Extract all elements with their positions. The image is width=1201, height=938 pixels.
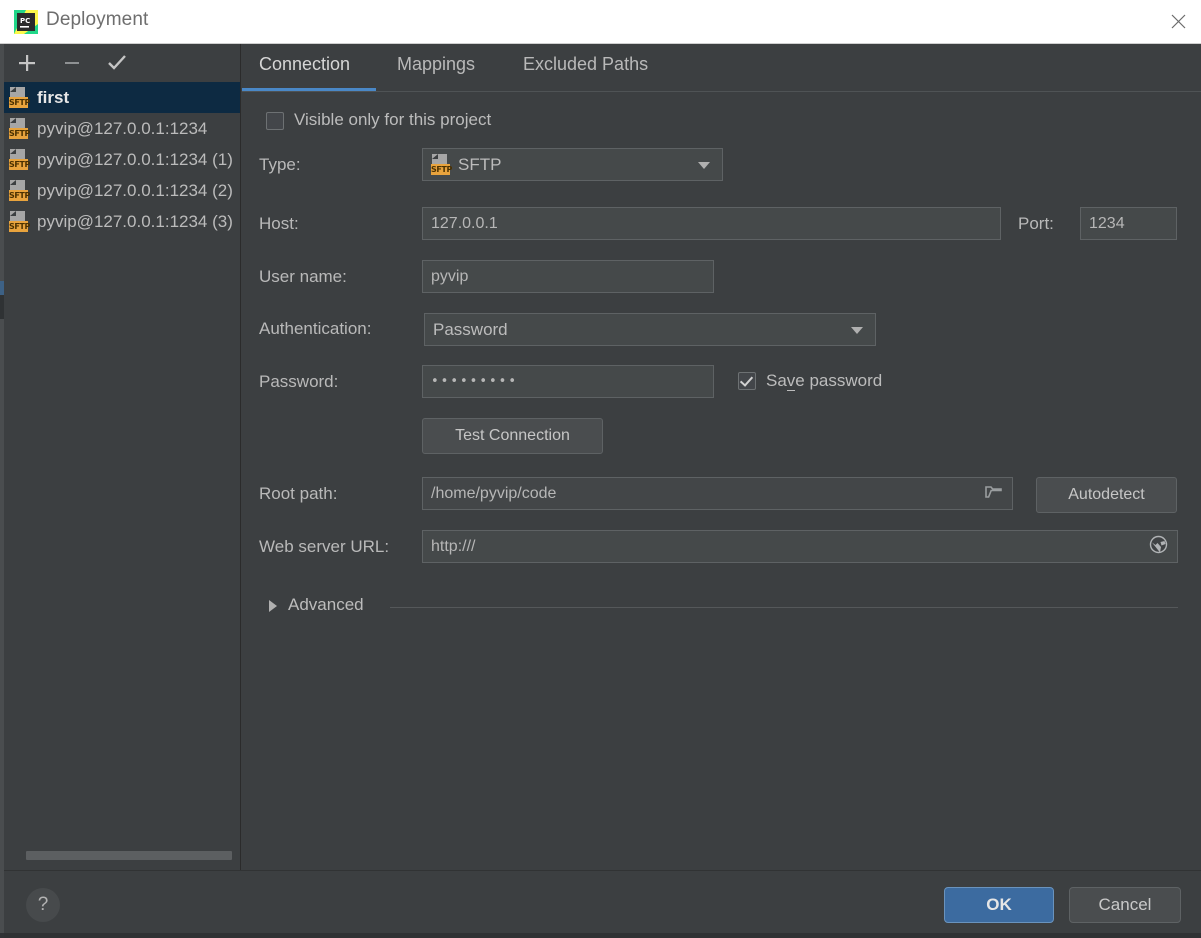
ok-button[interactable]: OK: [944, 887, 1054, 923]
folder-icon[interactable]: [985, 484, 1003, 504]
server-list-item-label: pyvip@127.0.0.1:1234 (3): [37, 212, 233, 231]
server-list-item-label: pyvip@127.0.0.1:1234: [37, 119, 208, 138]
tab-mappings[interactable]: Mappings: [397, 54, 475, 75]
connection-panel: Connection Mappings Excluded Paths Visib…: [242, 44, 1201, 870]
window-title: Deployment: [46, 9, 149, 30]
svg-text:PC: PC: [20, 17, 30, 25]
type-label: Type:: [259, 155, 301, 174]
save-password-label[interactable]: Save password: [766, 371, 882, 391]
host-value: 127.0.0.1: [431, 214, 498, 232]
minus-icon[interactable]: [59, 50, 85, 76]
type-value: SFTP: [458, 154, 502, 174]
test-connection-button[interactable]: Test Connection: [422, 418, 603, 454]
autodetect-label: Autodetect: [1068, 486, 1145, 503]
root-path-input[interactable]: /home/pyvip/code: [422, 477, 1013, 510]
web-server-url-label: Web server URL:: [259, 537, 390, 556]
visible-only-label[interactable]: Visible only for this project: [294, 110, 491, 130]
advanced-separator: [390, 607, 1178, 608]
test-connection-label: Test Connection: [455, 427, 570, 444]
sftp-icon: SFTP: [9, 87, 30, 108]
type-combobox[interactable]: SFTP SFTP: [422, 148, 723, 181]
cancel-label: Cancel: [1098, 895, 1152, 914]
sftp-icon: SFTP: [431, 154, 452, 175]
port-label: Port:: [1018, 214, 1054, 233]
advanced-toggle[interactable]: Advanced: [288, 595, 364, 615]
servers-toolbar: [4, 44, 240, 82]
root-path-label: Root path:: [259, 484, 338, 503]
active-tab-indicator: [242, 88, 376, 91]
username-input[interactable]: pyvip: [422, 260, 714, 293]
visible-only-checkbox[interactable]: [266, 112, 284, 130]
chevron-down-icon: [851, 326, 863, 334]
horizontal-scrollbar[interactable]: [26, 851, 232, 860]
help-icon[interactable]: ?: [26, 888, 60, 922]
desktop-artifact: [0, 933, 1201, 938]
web-server-url-value: http:///: [431, 537, 476, 555]
authentication-value: Password: [433, 319, 508, 339]
username-label: User name:: [259, 267, 347, 286]
close-icon[interactable]: [1155, 0, 1201, 43]
port-input[interactable]: 1234: [1080, 207, 1177, 240]
tab-excluded-paths[interactable]: Excluded Paths: [523, 54, 648, 75]
username-value: pyvip: [431, 267, 469, 285]
chevron-right-icon[interactable]: [269, 600, 277, 612]
chevron-down-icon: [698, 161, 710, 169]
help-label: ?: [37, 894, 49, 915]
title-bar: PC Deployment: [0, 0, 1201, 44]
sftp-icon: SFTP: [9, 118, 30, 139]
tab-bar: Connection Mappings Excluded Paths: [242, 44, 1201, 92]
check-icon[interactable]: [104, 50, 130, 76]
plus-icon[interactable]: [14, 50, 40, 76]
globe-icon[interactable]: [1149, 535, 1168, 559]
deployment-dialog: PC Deployment SFTP first SFTP pyvip@127.…: [0, 0, 1201, 938]
server-list[interactable]: SFTP first SFTP pyvip@127.0.0.1:1234 SFTP pyv…: [4, 82, 240, 852]
password-label: Password:: [259, 372, 339, 391]
cancel-button[interactable]: Cancel: [1069, 887, 1181, 923]
password-input[interactable]: •••••••••: [422, 365, 714, 398]
server-list-item-label: pyvip@127.0.0.1:1234 (2): [37, 181, 233, 200]
autodetect-button[interactable]: Autodetect: [1036, 477, 1177, 513]
host-label: Host:: [259, 214, 299, 233]
tab-connection[interactable]: Connection: [259, 54, 350, 75]
server-list-item[interactable]: SFTP pyvip@127.0.0.1:1234 (2): [4, 175, 240, 206]
sftp-icon: SFTP: [9, 180, 30, 201]
root-path-value: /home/pyvip/code: [431, 484, 557, 502]
save-password-label-a: Sa: [766, 371, 787, 390]
server-list-item[interactable]: SFTP first: [4, 82, 240, 113]
ok-label: OK: [986, 895, 1012, 914]
pycharm-icon: PC: [14, 10, 38, 34]
server-list-item[interactable]: SFTP pyvip@127.0.0.1:1234: [4, 113, 240, 144]
sftp-icon: SFTP: [9, 211, 30, 232]
save-password-label-b: e password: [795, 371, 883, 390]
servers-pane: SFTP first SFTP pyvip@127.0.0.1:1234 SFTP pyv…: [4, 44, 241, 870]
sftp-icon: SFTP: [9, 149, 30, 170]
authentication-label: Authentication:: [259, 319, 372, 338]
dialog-footer: ? OK Cancel: [4, 870, 1201, 938]
port-value: 1234: [1089, 214, 1125, 232]
server-list-item[interactable]: SFTP pyvip@127.0.0.1:1234 (1): [4, 144, 240, 175]
server-list-item[interactable]: SFTP pyvip@127.0.0.1:1234 (3): [4, 206, 240, 237]
web-server-url-input[interactable]: http:///: [422, 530, 1178, 563]
save-password-checkbox[interactable]: [738, 372, 756, 390]
server-list-item-label: first: [37, 88, 70, 107]
host-input[interactable]: 127.0.0.1: [422, 207, 1001, 240]
authentication-combobox[interactable]: Password: [424, 313, 876, 346]
password-value: •••••••••: [431, 374, 519, 389]
server-list-item-label: pyvip@127.0.0.1:1234 (1): [37, 150, 233, 169]
